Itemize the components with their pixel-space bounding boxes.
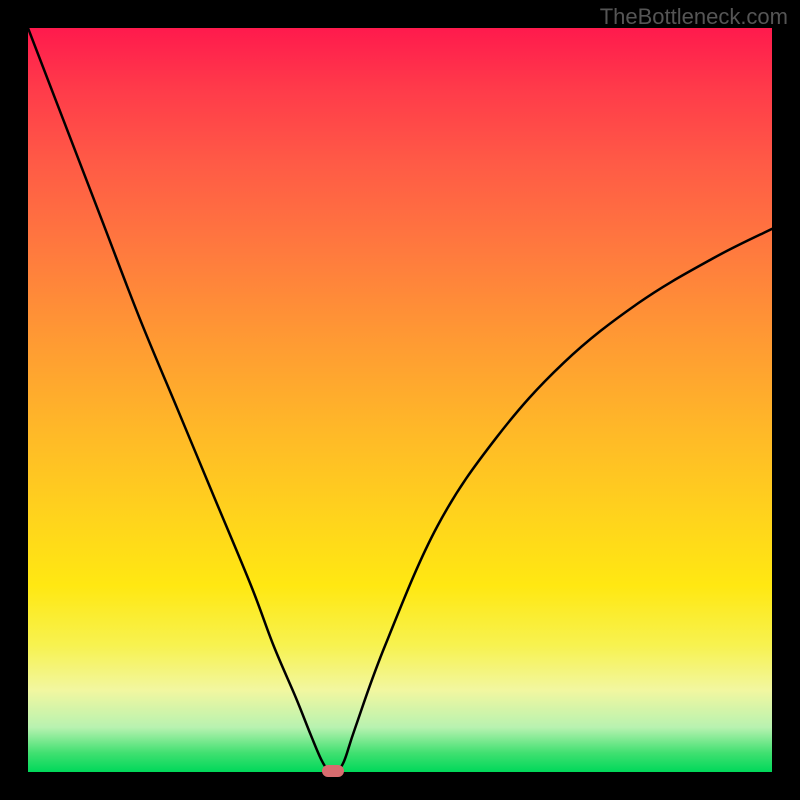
minimum-marker-icon (322, 765, 344, 777)
watermark-text: TheBottleneck.com (600, 4, 788, 30)
plot-area (28, 28, 772, 772)
bottleneck-curve (28, 28, 772, 772)
chart-frame: TheBottleneck.com (0, 0, 800, 800)
